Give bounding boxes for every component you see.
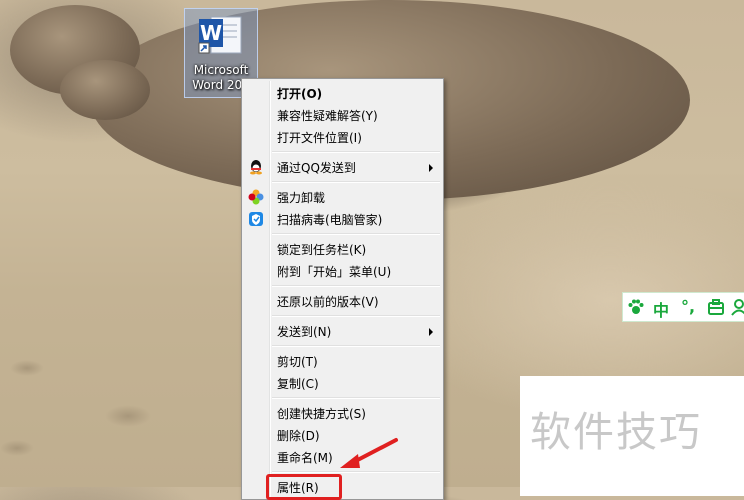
menu-item-label: 锁定到任务栏(K) — [277, 243, 367, 257]
menu-item-label: 删除(D) — [277, 429, 320, 443]
qq-icon — [250, 160, 262, 175]
menu-item-restore-versions[interactable]: 还原以前的版本(V) — [244, 290, 441, 312]
menu-item-force-uninstall[interactable]: 强力卸载 — [244, 186, 441, 208]
ime-mode-chinese[interactable]: 中 — [653, 297, 669, 321]
menu-item-label: 创建快捷方式(S) — [277, 407, 366, 421]
menu-item-label: 重命名(M) — [277, 451, 333, 465]
menu-separator — [272, 397, 440, 399]
menu-item-open[interactable]: 打开(O) — [244, 82, 441, 104]
paw-icon[interactable] — [627, 298, 645, 316]
menu-item-send-via-qq[interactable]: 通过QQ发送到 — [244, 156, 441, 178]
menu-separator — [272, 315, 440, 317]
menu-item-label: 打开(O) — [277, 87, 323, 101]
menu-item-pin-start-menu[interactable]: 附到「开始」菜单(U) — [244, 260, 441, 282]
menu-item-scan-virus[interactable]: 扫描病毒(电脑管家) — [244, 208, 441, 230]
menu-item-label: 剪切(T) — [277, 355, 318, 369]
submenu-arrow-icon — [429, 164, 433, 172]
menu-separator — [272, 151, 440, 153]
menu-item-label: 强力卸载 — [277, 191, 326, 205]
ime-toolbar[interactable]: 中 °, — [622, 292, 744, 322]
menu-item-label: 复制(C) — [277, 377, 319, 391]
menu-item-label: 扫描病毒(电脑管家) — [277, 213, 383, 227]
toolbox-icon[interactable] — [707, 298, 725, 316]
footprint — [0, 440, 34, 456]
menu-item-copy[interactable]: 复制(C) — [244, 372, 441, 394]
menu-item-label: 兼容性疑难解答(Y) — [277, 109, 378, 123]
menu-item-open-file-location[interactable]: 打开文件位置(I) — [244, 126, 441, 148]
word-icon: W — [198, 16, 242, 54]
footprint — [105, 405, 151, 427]
menu-item-label: 附到「开始」菜单(U) — [277, 265, 392, 279]
menu-separator — [272, 233, 440, 235]
menu-item-create-shortcut[interactable]: 创建快捷方式(S) — [244, 402, 441, 424]
user-icon[interactable] — [731, 298, 744, 316]
submenu-arrow-icon — [429, 328, 433, 336]
menu-item-label: 打开文件位置(I) — [277, 131, 362, 145]
menu-separator — [272, 285, 440, 287]
menu-item-send-to[interactable]: 发送到(N) — [244, 320, 441, 342]
menu-item-label: 通过QQ发送到 — [277, 161, 356, 175]
watermark-text: 软件技巧 — [530, 408, 702, 456]
background-rock-small — [60, 60, 150, 120]
menu-item-label: 还原以前的版本(V) — [277, 295, 379, 309]
menu-separator — [272, 181, 440, 183]
menu-separator — [272, 345, 440, 347]
shortcut-label-line1: Microsoft — [193, 63, 249, 77]
annotation-arrow-icon — [340, 438, 398, 468]
menu-item-cut[interactable]: 剪切(T) — [244, 350, 441, 372]
menu-item-pin-taskbar[interactable]: 锁定到任务栏(K) — [244, 238, 441, 260]
footprint — [10, 360, 44, 376]
watermark-panel: 软件技巧 — [520, 376, 744, 496]
menu-item-label: 发送到(N) — [277, 325, 332, 339]
ime-punctuation[interactable]: °, — [681, 297, 695, 316]
svg-text:W: W — [200, 21, 222, 45]
shield-icon — [249, 212, 263, 226]
properties-highlight-box — [266, 474, 342, 500]
pinwheel-icon — [248, 189, 264, 205]
menu-item-compat-troubleshoot[interactable]: 兼容性疑难解答(Y) — [244, 104, 441, 126]
